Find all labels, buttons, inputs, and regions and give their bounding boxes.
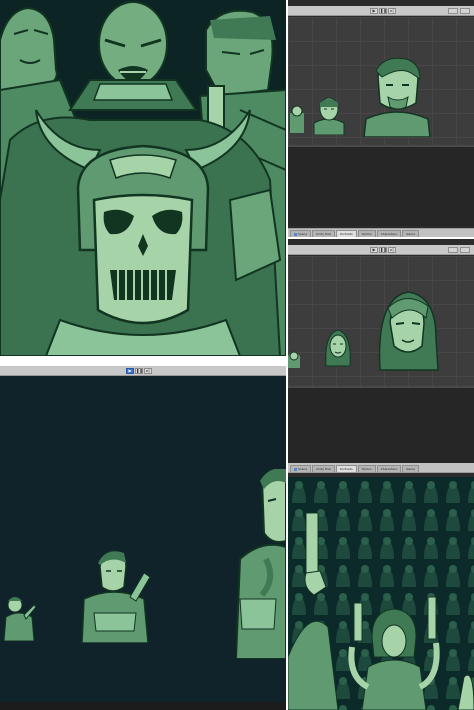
tab-scene[interactable]: Scene [290,230,312,237]
play-controls: ▶ ❚❚ ▸| [126,368,152,374]
step-icon[interactable]: ▸| [144,368,152,374]
portrait-sprite-large[interactable] [362,57,432,137]
battle-scene-panel: Scene Unity Hub Portraits Tactics Charac… [288,463,474,710]
female-portrait-small[interactable] [288,348,300,368]
battle-viewport[interactable] [288,477,474,710]
tab-scene[interactable]: Scene [290,465,312,472]
tab-portraits[interactable]: Portraits [336,465,357,472]
scene-editor-panel-1: ▶ ❚❚ ▸| Scene Unity Hub Portraits Tactic… [288,0,474,237]
pause-icon[interactable]: ❚❚ [379,8,387,14]
tab-characters[interactable]: Characters [376,230,402,237]
pause-icon[interactable]: ❚❚ [135,368,143,374]
game-viewport[interactable] [0,377,286,702]
battle-scene-illustration [288,477,474,710]
key-art-illustration [0,0,286,356]
step-icon[interactable]: ▸| [388,247,396,253]
editor-toolbar: ▶ ❚❚ ▸| [0,366,286,376]
soldier-sprite-small[interactable] [2,593,36,641]
play-controls: ▶ ❚❚ ▸| [370,247,396,253]
unity-icon [294,232,297,236]
layout-dropdown[interactable] [460,8,470,14]
play-icon[interactable]: ▶ [370,8,378,14]
unity-icon [294,467,297,471]
play-icon[interactable]: ▶ [370,247,378,253]
step-icon[interactable]: ▸| [388,8,396,14]
soldier-sprite-large[interactable] [236,469,286,659]
game-view-panel: ▶ ❚❚ ▸| [0,358,286,710]
scene-view-viewport[interactable] [288,256,474,386]
layout-dropdown[interactable] [460,247,470,253]
toolbar-right-tools [448,247,470,253]
window-tab-strip: Scene Unity Hub Portraits Tactics Charac… [288,463,474,473]
pause-icon[interactable]: ❚❚ [379,247,387,253]
tab-tactics[interactable]: Tactics [357,465,376,472]
soldier-sprite-medium[interactable] [80,547,152,643]
tab-game[interactable]: Game [402,465,420,472]
editor-toolbar: ▶ ❚❚ ▸| [288,245,474,255]
portrait-sprite-small[interactable] [290,105,304,133]
portrait-sprite-medium[interactable] [310,95,348,135]
scene-editor-panel-2: ▶ ❚❚ ▸| Scene Unity Hub Portrait [288,239,474,475]
female-portrait-large[interactable] [376,288,440,372]
editor-toolbar: ▶ ❚❚ ▸| [288,6,474,16]
skull-helmet-figure [76,144,210,325]
window-tab-strip: Scene Unity Hub Portraits Tactics Charac… [288,228,474,237]
scene-view-viewport[interactable] [288,17,474,145]
toolbar-right-tools [448,8,470,14]
key-art-panel [0,0,286,356]
game-view-status-bar [0,702,286,710]
tab-unity-hub[interactable]: Unity Hub [312,465,336,472]
tab-game[interactable]: Game [402,230,420,237]
game-view-area[interactable] [288,145,474,226]
tab-tactics[interactable]: Tactics [357,230,376,237]
play-icon[interactable]: ▶ [126,368,134,374]
female-portrait-medium[interactable] [322,326,354,368]
layers-dropdown[interactable] [448,247,458,253]
tab-unity-hub[interactable]: Unity Hub [312,230,336,237]
tab-characters[interactable]: Characters [376,465,402,472]
layers-dropdown[interactable] [448,8,458,14]
play-controls: ▶ ❚❚ ▸| [370,8,396,14]
tab-portraits[interactable]: Portraits [336,230,357,237]
game-view-area[interactable] [288,386,474,466]
